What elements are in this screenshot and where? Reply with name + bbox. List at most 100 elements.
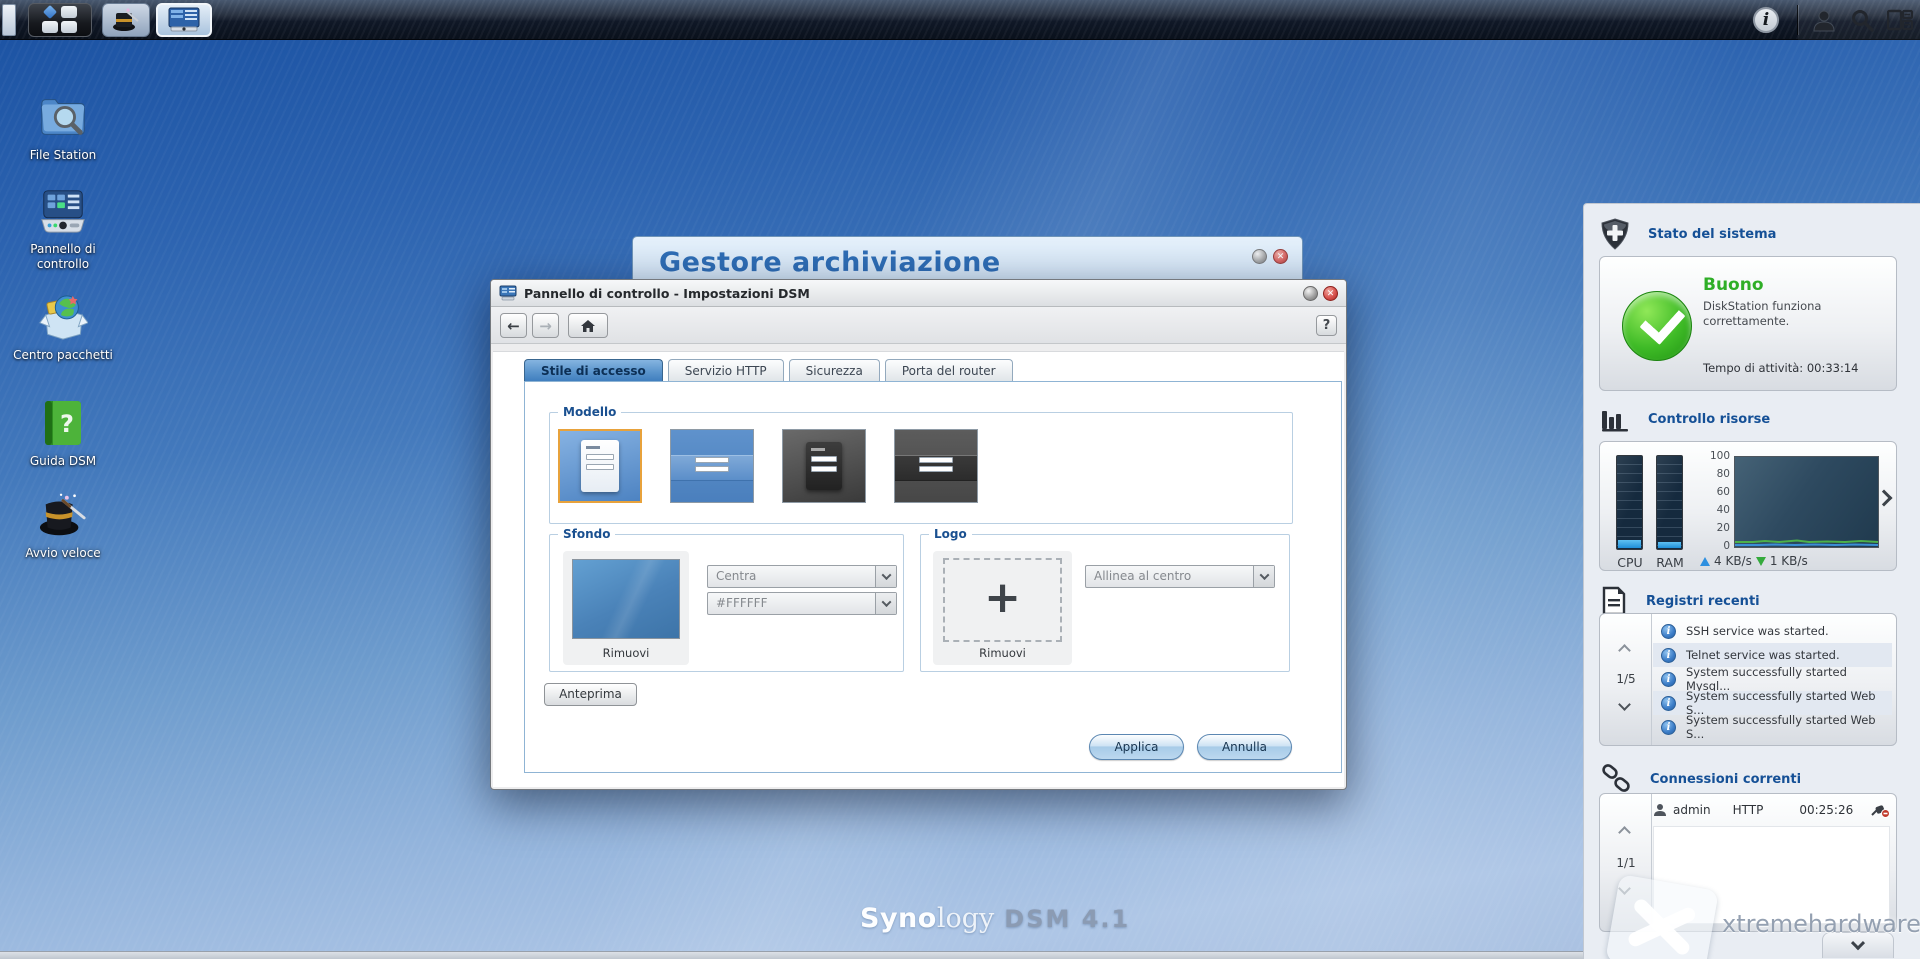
background-image-thumbnail[interactable] (572, 559, 680, 639)
pilot-view-icon[interactable] (1886, 6, 1914, 34)
control-panel-icon (38, 186, 88, 236)
log-row: i System successfully started Web S... (1653, 715, 1892, 739)
modello-fieldset: Modello (549, 412, 1293, 524)
status-ok-icon (1622, 291, 1692, 361)
widgets-sidebar: Stato del sistema Buono DiskStation funz… (1583, 203, 1920, 959)
template-thumbnail-blue-card[interactable] (558, 429, 642, 503)
template-thumbnail-dark-stripe[interactable] (894, 429, 978, 503)
dsm-help-icon: ? (38, 398, 88, 448)
network-chart-yaxis: 100 80 60 40 20 0 (1696, 450, 1730, 546)
anteprima-button[interactable]: Anteprima (544, 683, 637, 706)
document-icon (1600, 586, 1628, 616)
desktop-icon-avvio-veloce[interactable]: Avvio veloce (8, 490, 118, 561)
system-status-title: Stato del sistema (1648, 227, 1776, 242)
main-menu-icon (42, 6, 78, 34)
user-icon[interactable] (1810, 6, 1838, 34)
forward-button[interactable]: → (532, 313, 559, 338)
desktop-icon-guida-dsm[interactable]: ? Guida DSM (8, 398, 118, 469)
window-titlebar[interactable]: Pannello di controllo - Impostazioni DSM (491, 280, 1346, 307)
main-menu-button[interactable] (28, 3, 92, 37)
system-status-card: Buono DiskStation funziona correttamente… (1599, 256, 1897, 391)
remove-background-button[interactable]: Rimuovi (563, 646, 689, 660)
desktop-icon-label: File Station (8, 148, 118, 163)
network-rates: 4 KB/s 1 KB/s (1700, 554, 1808, 568)
link-icon (1600, 764, 1632, 794)
close-button[interactable] (1323, 286, 1338, 301)
brand-light: logy (937, 903, 994, 934)
disconnect-icon[interactable] (1870, 802, 1890, 818)
log-row: i Telnet service was started. (1653, 643, 1892, 667)
info-icon: i (1661, 720, 1676, 735)
minimize-button[interactable] (1252, 249, 1267, 264)
search-icon[interactable] (1848, 6, 1876, 34)
tab-porta-del-router[interactable]: Porta del router (885, 359, 1013, 382)
page-up-icon[interactable] (1618, 644, 1631, 657)
control-panel-dsm-settings-window: Pannello di controllo - Impostazioni DSM… (490, 279, 1347, 790)
background-position-select[interactable]: Centra (707, 565, 897, 588)
page-down-icon[interactable] (1618, 698, 1631, 711)
desktop-icon-centro-pacchetti[interactable]: Centro pacchetti (8, 292, 118, 363)
active-task-control-panel-button[interactable] (156, 3, 212, 37)
magic-hat-icon (112, 7, 140, 33)
quick-launch-button[interactable] (102, 3, 150, 37)
network-traffic-chart (1734, 456, 1879, 548)
background-color-select[interactable]: #FFFFFF (707, 592, 897, 615)
status-text: Buono (1703, 275, 1764, 295)
download-arrow-icon (1756, 557, 1766, 566)
user-icon (1653, 803, 1667, 817)
info-icon[interactable]: i (1753, 7, 1779, 33)
taskbar: i (0, 0, 1920, 40)
logs-page-indicator: 1/5 (1600, 672, 1652, 686)
synology-dsm-logo: SynologyDSM 4.1 (860, 903, 1130, 934)
annulla-button[interactable]: Annulla (1197, 734, 1292, 760)
tab-servizio-http[interactable]: Servizio HTTP (668, 359, 784, 382)
logo-upload-dropzone[interactable]: + (943, 558, 1062, 642)
tab-stile-di-accesso[interactable]: Stile di accesso (524, 359, 663, 382)
log-text: System successfully started Web S... (1686, 713, 1892, 741)
tab-sicurezza[interactable]: Sicurezza (789, 359, 880, 382)
recent-logs-title: Registri recenti (1646, 594, 1760, 609)
logo-align-value: Allinea al centro (1094, 569, 1191, 583)
show-desktop-button[interactable] (2, 4, 16, 36)
sfondo-fieldset: Sfondo Rimuovi Centra #FFFFFF (549, 534, 904, 672)
applica-button[interactable]: Applica (1089, 734, 1184, 760)
ram-label: RAM (1650, 555, 1690, 570)
page-down-icon[interactable] (1618, 882, 1631, 895)
logo-legend: Logo (929, 527, 972, 541)
taskbar-texture (0, 0, 1920, 39)
template-thumbnail-dark-card[interactable] (782, 429, 866, 503)
magic-hat-icon (38, 490, 88, 540)
recent-logs-header: Registri recenti (1600, 586, 1760, 616)
page-up-icon[interactable] (1618, 826, 1631, 839)
resource-monitor-title: Controllo risorse (1648, 412, 1770, 427)
connections-pager: 1/1 (1600, 794, 1652, 931)
desktop-icon-pannello-di-controllo[interactable]: Pannello di controllo (8, 186, 118, 272)
desktop-icon-file-station[interactable]: File Station (8, 92, 118, 163)
background-preview-panel: Rimuovi (563, 551, 689, 665)
svg-text:?: ? (60, 410, 74, 438)
logs-pager: 1/5 (1600, 614, 1652, 745)
sidebar-collapse-button[interactable] (1822, 932, 1894, 958)
minimize-button[interactable] (1303, 286, 1318, 301)
close-button[interactable] (1273, 249, 1288, 264)
log-text: Telnet service was started. (1686, 648, 1840, 662)
connection-time: 00:25:26 (1799, 803, 1853, 817)
window-title: Pannello di controllo - Impostazioni DSM (524, 286, 810, 301)
template-thumbnail-blue-stripe[interactable] (670, 429, 754, 503)
home-button[interactable] (568, 313, 608, 338)
log-row: i SSH service was started. (1653, 619, 1892, 643)
cpu-label: CPU (1610, 555, 1650, 570)
recent-logs-card: 1/5 i SSH service was started. i Telnet … (1599, 613, 1897, 746)
status-description: DiskStation funziona correttamente. (1703, 299, 1873, 329)
system-status-header: Stato del sistema (1600, 218, 1776, 250)
remove-logo-button[interactable]: Rimuovi (933, 646, 1072, 660)
logo-align-select[interactable]: Allinea al centro (1085, 565, 1275, 588)
back-button[interactable]: ← (500, 313, 527, 338)
chevron-down-icon (875, 593, 896, 614)
package-center-icon (38, 292, 88, 342)
chevron-down-icon (875, 566, 896, 587)
log-text: SSH service was started. (1686, 624, 1829, 638)
connection-user: admin (1673, 803, 1711, 817)
help-button[interactable]: ? (1316, 315, 1337, 336)
storage-manager-title: Gestore archiviazione (659, 247, 1001, 278)
